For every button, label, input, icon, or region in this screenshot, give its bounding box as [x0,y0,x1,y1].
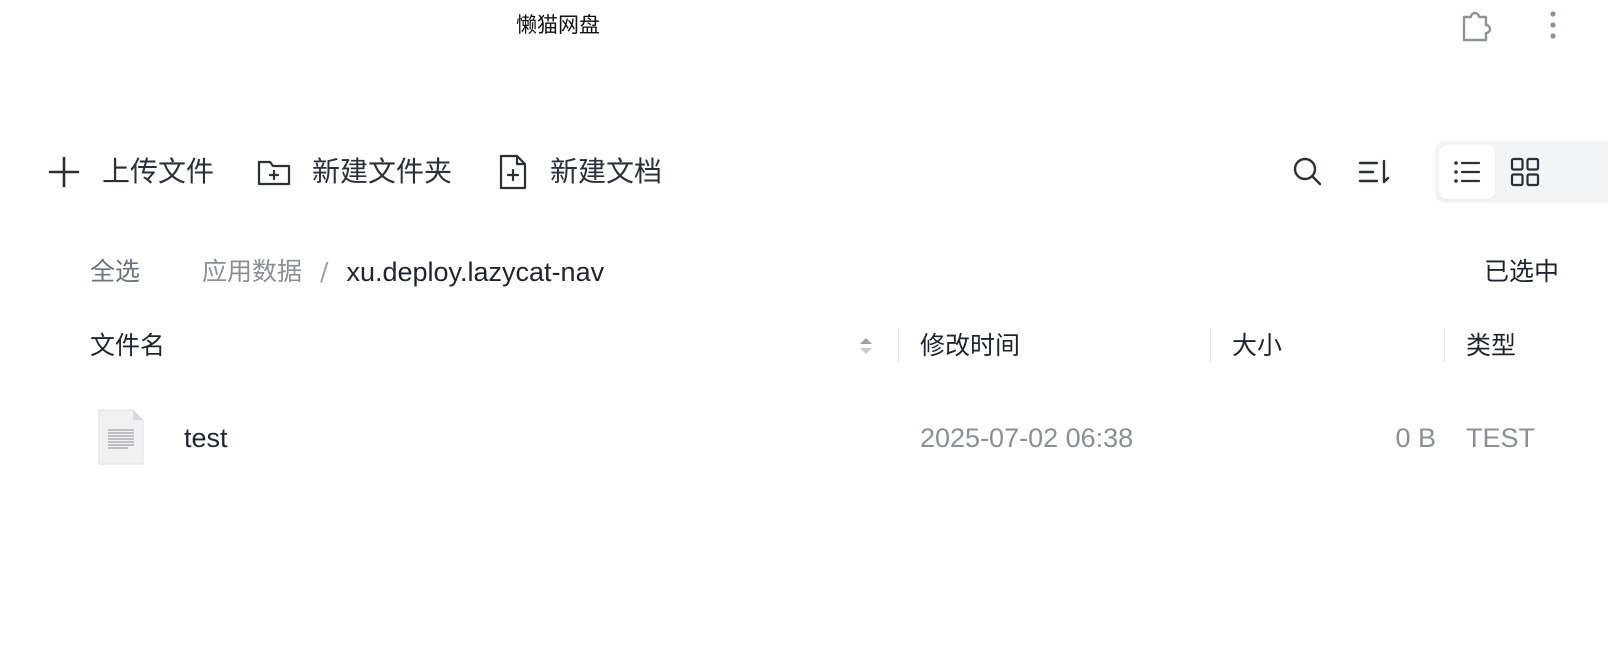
folder-plus-icon [256,154,292,190]
app-title: 懒猫网盘 [516,13,600,37]
column-header-modified[interactable]: 修改时间 [920,330,1020,362]
puzzle-piece-icon[interactable] [1460,8,1496,42]
new-folder-label: 新建文件夹 [312,155,453,188]
list-view-icon[interactable] [1439,145,1495,199]
file-plus-icon [496,153,530,191]
view-mode-switch [1435,141,1608,203]
search-icon[interactable] [1288,152,1328,192]
column-divider[interactable] [898,328,899,362]
new-document-button[interactable]: 新建文档 [496,150,662,194]
file-manager-page: 懒猫网盘 上传文件 新建文件夹 新建文档 全选 应用数据 / xu.deploy… [0,0,1608,658]
sort-icon[interactable] [1354,152,1394,192]
breadcrumb-separator: / [320,257,329,286]
breadcrumb: 应用数据 / xu.deploy.lazycat-nav [202,256,604,288]
file-size: 0 B [1395,423,1436,453]
upload-file-label: 上传文件 [102,155,215,188]
new-document-label: 新建文档 [550,155,663,188]
column-header-name[interactable]: 文件名 [90,330,165,362]
column-divider[interactable] [1210,328,1211,362]
vertical-dots-icon[interactable] [1545,8,1561,42]
table-row[interactable]: test 2025-07-02 06:38 0 B TEST [80,400,1608,476]
sort-caret-icon[interactable] [858,336,874,356]
column-divider[interactable] [1444,328,1445,362]
column-header-size[interactable]: 大小 [1232,330,1282,362]
column-header-type[interactable]: 类型 [1466,330,1516,362]
selection-status: 已选中 [1484,257,1560,286]
breadcrumb-current: xu.deploy.lazycat-nav [346,257,605,287]
file-modified-time: 2025-07-02 06:38 [920,423,1134,453]
document-file-icon [96,408,146,466]
breadcrumb-root[interactable]: 应用数据 [202,256,302,288]
plus-icon [46,154,82,190]
select-all-button[interactable]: 全选 [90,256,140,288]
upload-file-button[interactable]: 上传文件 [46,150,214,194]
file-type: TEST [1466,423,1536,453]
new-folder-button[interactable]: 新建文件夹 [256,150,452,194]
file-name: test [184,423,228,453]
grid-view-icon[interactable] [1497,145,1553,199]
